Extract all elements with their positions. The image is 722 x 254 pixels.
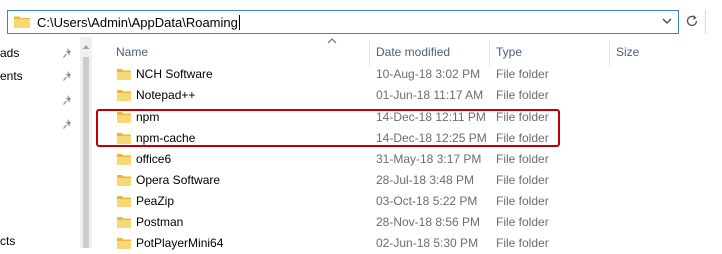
nav-item-projects[interactable]: cts xyxy=(0,231,80,251)
folder-icon xyxy=(117,175,131,186)
pin-icon[interactable] xyxy=(62,118,74,130)
search-box[interactable] xyxy=(705,10,722,34)
pin-icon[interactable] xyxy=(62,94,74,106)
column-header: Name Date modified Type Size xyxy=(92,37,722,67)
nav-item-label: cts xyxy=(0,234,16,248)
file-name: NCH Software xyxy=(136,67,213,81)
chevron-down-icon[interactable] xyxy=(662,16,672,26)
file-date: 14-Dec-18 12:11 PM xyxy=(376,110,486,124)
file-name: PeaZip xyxy=(136,194,175,208)
file-row[interactable]: Notepad++ 01-Jun-18 11:17 AM File folder xyxy=(92,85,722,106)
file-date: 02-Jun-18 5:30 PM xyxy=(376,236,479,250)
file-row[interactable]: Postman 28-Nov-18 8:56 PM File folder xyxy=(92,212,722,233)
file-row[interactable]: npm-cache 14-Dec-18 12:25 PM File folder xyxy=(92,128,722,149)
file-name: Opera Software xyxy=(136,173,221,187)
file-type: File folder xyxy=(496,236,549,250)
file-date: 28-Nov-18 8:56 PM xyxy=(376,215,481,229)
file-name: npm-cache xyxy=(136,131,196,145)
folder-icon xyxy=(14,16,30,28)
folder-icon xyxy=(117,154,131,165)
file-type: File folder xyxy=(496,131,549,145)
column-name-label: Name xyxy=(116,45,149,59)
text-caret xyxy=(238,15,240,30)
nav-item-pinned[interactable] xyxy=(0,114,80,134)
file-name: Postman xyxy=(136,215,184,229)
folder-icon xyxy=(117,196,131,207)
file-row[interactable]: office6 31-May-18 3:17 PM File folder xyxy=(92,149,722,170)
address-input[interactable]: C:\Users\Admin\AppData\Roaming xyxy=(7,10,679,34)
file-type: File folder xyxy=(496,152,549,166)
column-date-label: Date modified xyxy=(376,45,451,59)
file-type: File folder xyxy=(496,215,549,229)
file-date: 31-May-18 3:17 PM xyxy=(376,152,482,166)
pin-icon[interactable] xyxy=(62,47,74,59)
file-date: 14-Dec-18 12:25 PM xyxy=(376,131,487,145)
navigation-pane: ads ents cts xyxy=(0,37,92,248)
file-date: 10-Aug-18 3:02 PM xyxy=(376,67,481,81)
file-date: 01-Jun-18 11:17 AM xyxy=(376,88,484,102)
file-row[interactable]: PeaZip 03-Oct-18 5:22 PM File folder xyxy=(92,191,722,212)
file-type: File folder xyxy=(496,194,549,208)
nav-item-label: ents xyxy=(0,69,23,83)
file-date: 28-Jul-18 3:48 PM xyxy=(376,173,475,187)
address-bar: C:\Users\Admin\AppData\Roaming xyxy=(0,7,722,37)
file-name: npm xyxy=(136,110,160,124)
folder-icon xyxy=(117,112,131,123)
file-row[interactable]: NCH Software 10-Aug-18 3:02 PM File fold… xyxy=(92,64,722,85)
folder-icon xyxy=(117,69,131,80)
address-path: C:\Users\Admin\AppData\Roaming xyxy=(37,15,240,30)
file-list: NCH Software 10-Aug-18 3:02 PM File fold… xyxy=(92,64,722,250)
file-name: PotPlayerMini64 xyxy=(136,236,224,250)
file-type: File folder xyxy=(496,67,549,81)
file-name: office6 xyxy=(136,152,172,166)
file-row[interactable]: npm 14-Dec-18 12:11 PM File folder xyxy=(92,107,722,128)
folder-icon xyxy=(117,217,131,228)
nav-item-documents[interactable]: ents xyxy=(0,66,80,86)
file-type: File folder xyxy=(496,88,549,102)
file-row[interactable]: Opera Software 28-Jul-18 3:48 PM File fo… xyxy=(92,170,722,191)
file-row[interactable]: PotPlayerMini64 02-Jun-18 5:30 PM File f… xyxy=(92,233,722,254)
nav-item-label: ads xyxy=(0,46,20,60)
scrollbar-thumb[interactable] xyxy=(83,57,89,248)
nav-item-downloads[interactable]: ads xyxy=(0,43,80,63)
folder-icon xyxy=(117,90,131,101)
file-name: Notepad++ xyxy=(136,88,196,102)
file-date: 03-Oct-18 5:22 PM xyxy=(376,194,478,208)
refresh-icon[interactable] xyxy=(684,14,700,30)
scroll-up-arrow-icon[interactable] xyxy=(82,43,90,51)
sort-ascending-icon xyxy=(327,38,337,44)
column-type-label: Type xyxy=(496,45,523,59)
column-size-label: Size xyxy=(616,45,640,59)
folder-icon xyxy=(117,133,131,144)
nav-scrollbar[interactable] xyxy=(80,37,92,248)
pin-icon[interactable] xyxy=(62,70,74,82)
nav-item-pictures[interactable] xyxy=(0,90,80,110)
file-type: File folder xyxy=(496,173,549,187)
file-type: File folder xyxy=(496,110,549,124)
